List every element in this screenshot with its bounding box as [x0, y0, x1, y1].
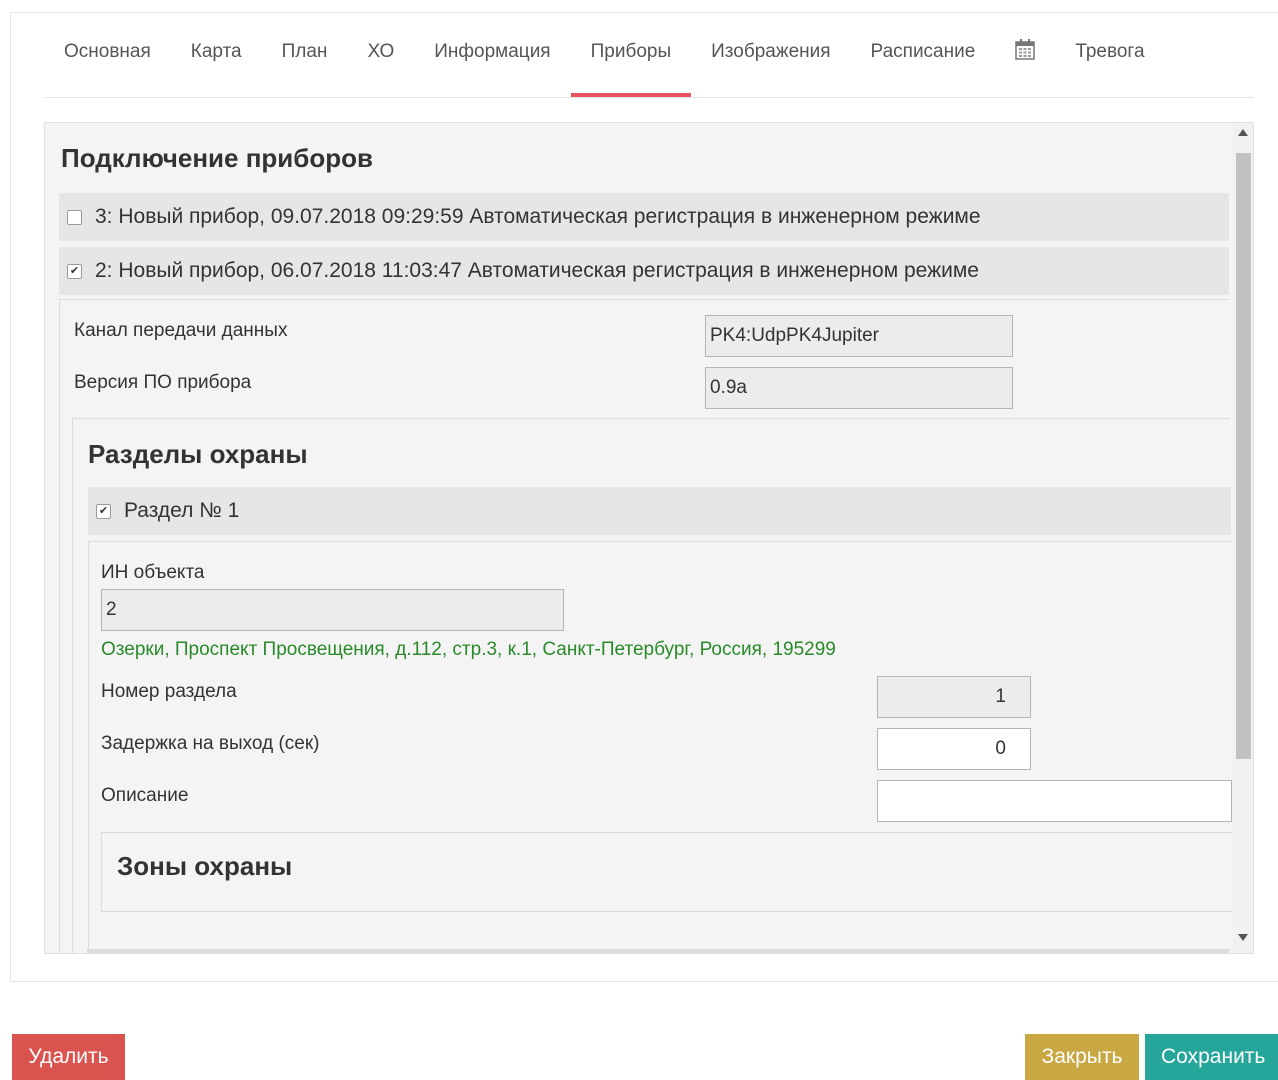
- device-3-checkbox[interactable]: [67, 209, 82, 225]
- section-1-checkbox[interactable]: ✔: [96, 503, 111, 519]
- device-3-label: 3: Новый прибор, 09.07.2018 09:29:59 Авт…: [95, 205, 981, 228]
- fw-field[interactable]: [705, 367, 1013, 409]
- save-button[interactable]: Сохранить: [1145, 1034, 1278, 1080]
- tab-main[interactable]: Основная: [44, 27, 171, 97]
- zones-block: Зоны охраны: [101, 832, 1232, 912]
- calendar-icon: [1015, 38, 1036, 60]
- tab-images[interactable]: Изображения: [691, 27, 850, 97]
- devices-title: Подключение приборов: [61, 143, 373, 173]
- tab-calendar[interactable]: [995, 27, 1055, 97]
- object-id-label: ИН объекта: [101, 562, 205, 583]
- description-label: Описание: [101, 785, 189, 806]
- sections-title: Разделы охраны: [88, 439, 308, 469]
- fw-label: Версия ПО прибора: [74, 372, 252, 393]
- object-address: Озерки, Проспект Просвещения, д.112, стр…: [101, 639, 836, 660]
- object-id-field[interactable]: [101, 589, 564, 631]
- tab-info[interactable]: Информация: [414, 27, 570, 97]
- tab-map[interactable]: Карта: [171, 27, 262, 97]
- devices-panel: Подключение приборов 3: Новый прибор, 09…: [44, 122, 1254, 954]
- scroll-up-icon[interactable]: [1238, 129, 1248, 136]
- device-2-checkbox[interactable]: ✔: [67, 263, 82, 279]
- channel-field[interactable]: [705, 315, 1013, 357]
- section-row-1[interactable]: ✔ Раздел № 1: [88, 487, 1231, 535]
- channel-label: Канал передачи данных: [74, 320, 288, 341]
- scroll-thumb[interactable]: [1236, 153, 1251, 759]
- tab-schedule[interactable]: Расписание: [851, 27, 996, 97]
- sections-block: Разделы охраны ✔ Раздел № 1 ИН объекта О…: [72, 418, 1232, 953]
- section-number-field[interactable]: [877, 676, 1031, 718]
- device-row-2[interactable]: ✔ 2: Новый прибор, 06.07.2018 11:03:47 А…: [59, 247, 1229, 295]
- description-field[interactable]: [877, 780, 1232, 822]
- device-details: Канал передачи данных Версия ПО прибора …: [59, 299, 1232, 953]
- zones-title: Зоны охраны: [117, 851, 293, 881]
- device-row-3[interactable]: 3: Новый прибор, 09.07.2018 09:29:59 Авт…: [59, 193, 1229, 241]
- section-number-label: Номер раздела: [101, 681, 237, 702]
- tab-xo[interactable]: ХО: [347, 27, 414, 97]
- exit-delay-field[interactable]: [877, 728, 1031, 770]
- tab-alarm[interactable]: Тревога: [1055, 27, 1164, 97]
- checkmark-icon: ✔: [69, 264, 80, 277]
- tab-devices[interactable]: Приборы: [570, 27, 692, 97]
- tab-bar: Основная Карта План ХО Информация Прибор…: [44, 27, 1254, 98]
- device-2-label: 2: Новый прибор, 06.07.2018 11:03:47 Авт…: [95, 259, 979, 282]
- section-details: ИН объекта Озерки, Проспект Просвещения,…: [88, 541, 1232, 951]
- section-1-label: Раздел № 1: [124, 499, 240, 522]
- tab-plan[interactable]: План: [262, 27, 348, 97]
- panel-scrollbar[interactable]: [1233, 123, 1253, 953]
- delete-button[interactable]: Удалить: [12, 1034, 125, 1080]
- scroll-down-icon[interactable]: [1238, 934, 1248, 941]
- exit-delay-label: Задержка на выход (сек): [101, 733, 320, 754]
- next-section-edge: [87, 949, 1229, 953]
- close-button[interactable]: Закрыть: [1025, 1034, 1139, 1080]
- checkmark-icon: ✔: [98, 504, 109, 517]
